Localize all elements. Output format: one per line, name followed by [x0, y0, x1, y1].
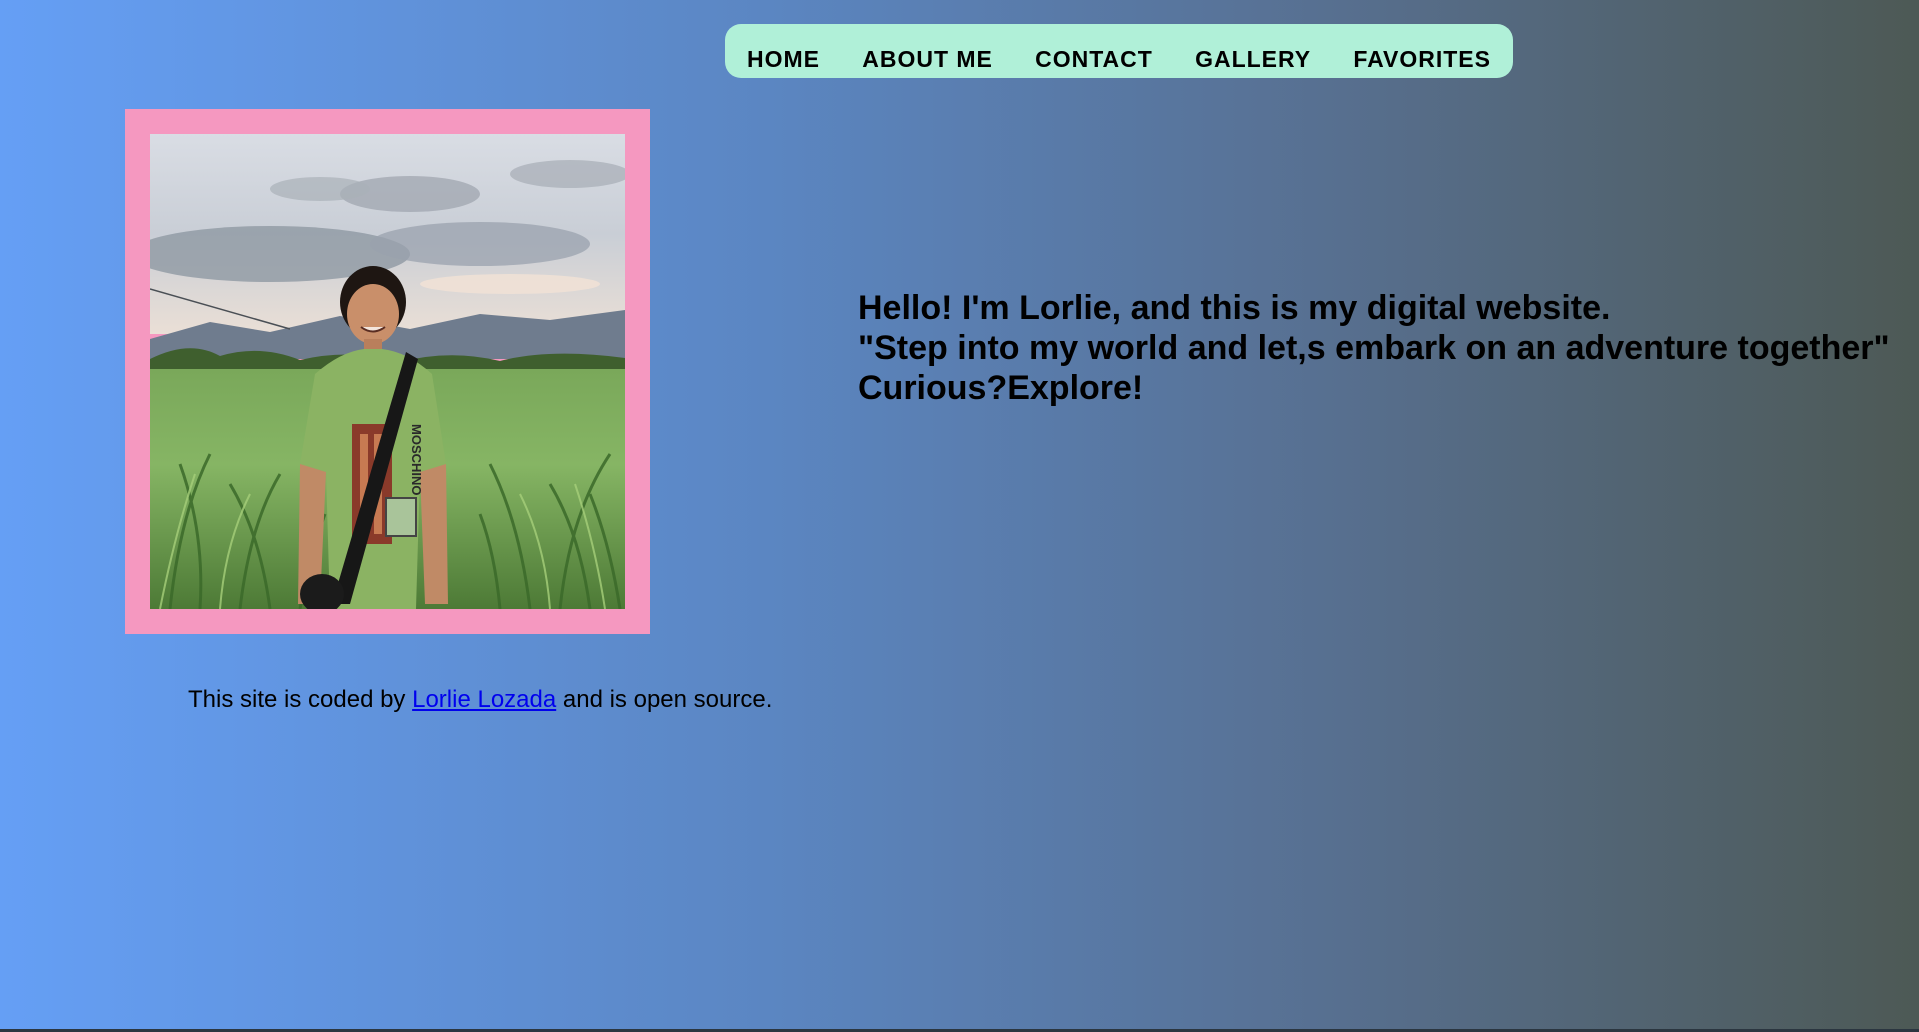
nav-gallery-link[interactable]: GALLERY	[1195, 46, 1311, 72]
site-footer: This site is coded by Lorlie Lozada and …	[188, 686, 772, 714]
nav-contact-link[interactable]: CONTACT	[1035, 46, 1153, 72]
intro-line-explore: Curious?Explore!	[858, 369, 1144, 407]
author-link[interactable]: Lorlie Lozada	[412, 686, 556, 713]
profile-photo: MOSCHINO	[150, 134, 625, 609]
intro-heading: Hello! I'm Lorlie, and this is my digita…	[858, 288, 1890, 408]
nav-favorites-link[interactable]: FAVORITES	[1353, 46, 1491, 72]
intro-line-greeting: Hello! I'm Lorlie, and this is my digita…	[858, 289, 1611, 327]
shirt-logo-text: MOSCHINO	[409, 424, 424, 496]
nav-about-me-link[interactable]: ABOUT ME	[862, 46, 993, 72]
profile-photo-frame: MOSCHINO	[125, 109, 650, 634]
main-navbar: HOME ABOUT ME CONTACT GALLERY FAVORITES	[725, 24, 1513, 78]
intro-line-quote: "Step into my world and let,s embark on …	[858, 329, 1890, 367]
nav-home-link[interactable]: HOME	[747, 46, 820, 72]
footer-text-before: This site is coded by	[188, 686, 413, 713]
footer-text-after: and is open source.	[556, 686, 773, 713]
